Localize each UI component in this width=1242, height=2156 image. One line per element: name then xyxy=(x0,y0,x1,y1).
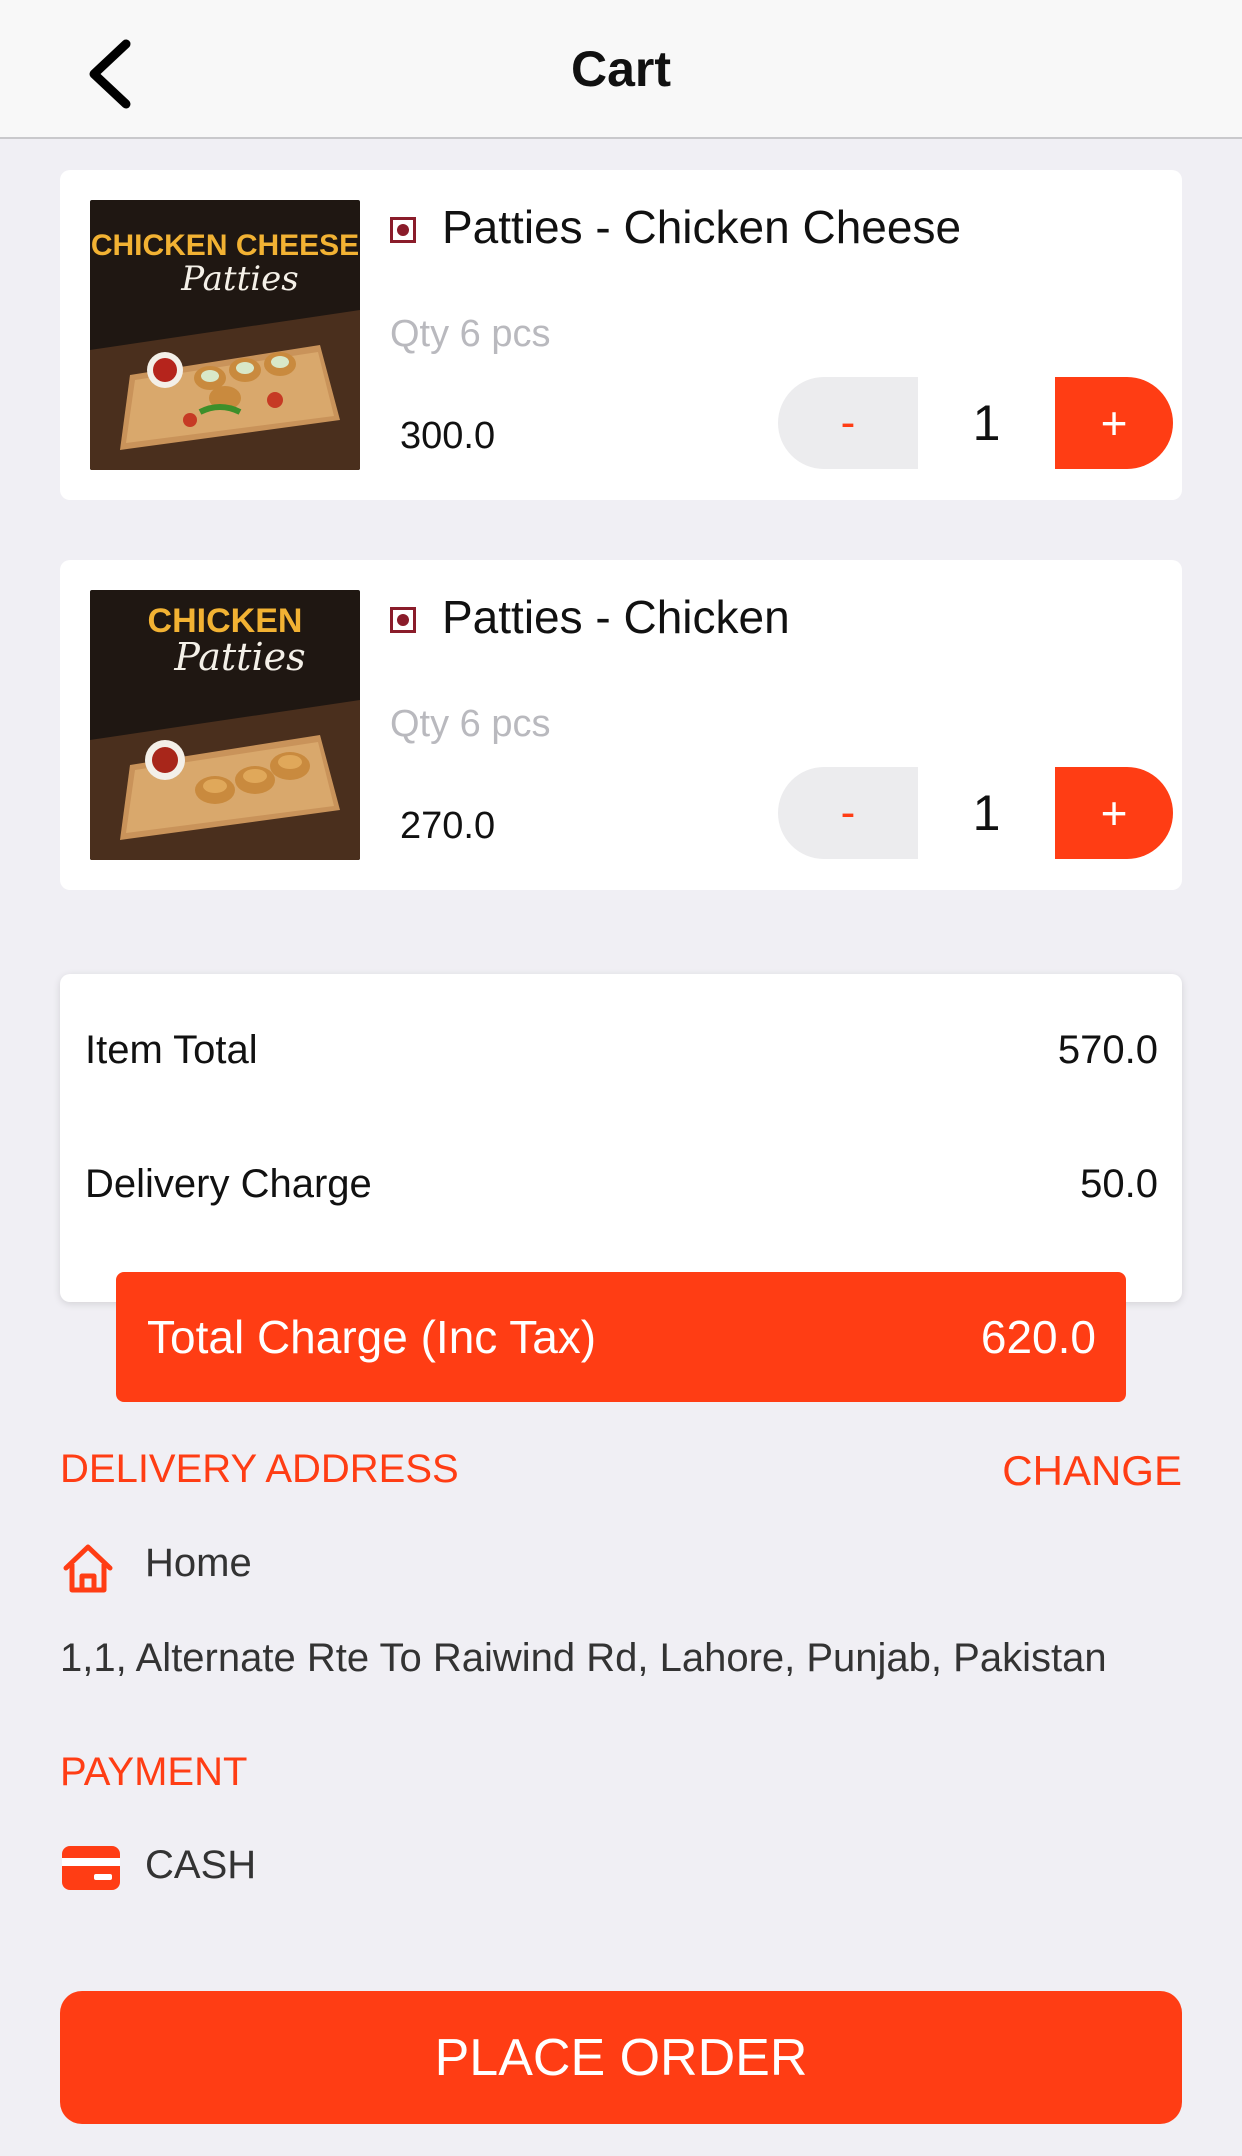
address-line: 1,1, Alternate Rte To Raiwind Rd, Lahore… xyxy=(60,1636,1107,1680)
quantity-stepper: - 1 + xyxy=(778,767,1173,859)
decrease-button[interactable]: - xyxy=(778,377,918,469)
change-address-button[interactable]: CHANGE xyxy=(1002,1447,1182,1495)
address-type: Home xyxy=(145,1541,252,1585)
cart-item: CHICKEN CHEESE Patties Patties - Chicken… xyxy=(60,170,1182,500)
payment-method: CASH xyxy=(145,1843,257,1887)
quantity-value: 1 xyxy=(972,785,1001,841)
place-order-button[interactable]: PLACE ORDER xyxy=(60,1991,1182,2124)
item-qty-label: Qty 6 pcs xyxy=(390,313,551,355)
increase-button[interactable]: + xyxy=(1055,767,1173,859)
home-icon xyxy=(63,1544,113,1593)
payment-heading: PAYMENT xyxy=(60,1750,248,1794)
page-title: Cart xyxy=(570,41,672,97)
item-name: Patties - Chicken Cheese xyxy=(442,201,962,253)
item-price: 270.0 xyxy=(400,805,496,847)
item-name: Patties - Chicken xyxy=(442,591,790,643)
credit-card-icon xyxy=(62,1846,120,1890)
item-price: 300.0 xyxy=(400,415,496,457)
product-image-script: Patties xyxy=(180,259,298,299)
food-type-mark xyxy=(390,607,416,633)
product-image: CHICKEN Patties xyxy=(90,590,360,860)
item-total-row: Item Total 570.0 xyxy=(85,1028,1158,1073)
quantity-value: 1 xyxy=(972,395,1001,451)
delivery-charge-row: Delivery Charge 50.0 xyxy=(85,1162,1158,1207)
bill-summary: Item Total 570.0 Delivery Charge 50.0 xyxy=(60,974,1182,1302)
total-charge-label: Total Charge (Inc Tax) xyxy=(147,1311,597,1363)
food-type-mark xyxy=(390,217,416,243)
total-charge-value: 620.0 xyxy=(980,1311,1096,1363)
increase-button[interactable]: + xyxy=(1055,377,1173,469)
nav-bar: Cart xyxy=(0,0,1242,139)
product-image-script: Patties xyxy=(173,635,305,679)
total-charge-bar: Total Charge (Inc Tax) 620.0 xyxy=(116,1272,1126,1402)
quantity-stepper: - 1 + xyxy=(778,377,1173,469)
delivery-charge-value: 50.0 xyxy=(1080,1162,1158,1206)
product-image: CHICKEN CHEESE Patties xyxy=(90,200,360,470)
item-total-label: Item Total xyxy=(85,1028,258,1072)
product-image-title: CHICKEN CHEESE xyxy=(91,229,359,262)
decrease-button[interactable]: - xyxy=(778,767,918,859)
item-total-value: 570.0 xyxy=(1057,1028,1158,1072)
delivery-charge-label: Delivery Charge xyxy=(85,1162,372,1206)
delivery-address-heading: DELIVERY ADDRESS xyxy=(60,1447,459,1491)
cart-item: CHICKEN Patties Patties - Chicken Qty 6 … xyxy=(60,560,1182,890)
item-qty-label: Qty 6 pcs xyxy=(390,703,551,745)
